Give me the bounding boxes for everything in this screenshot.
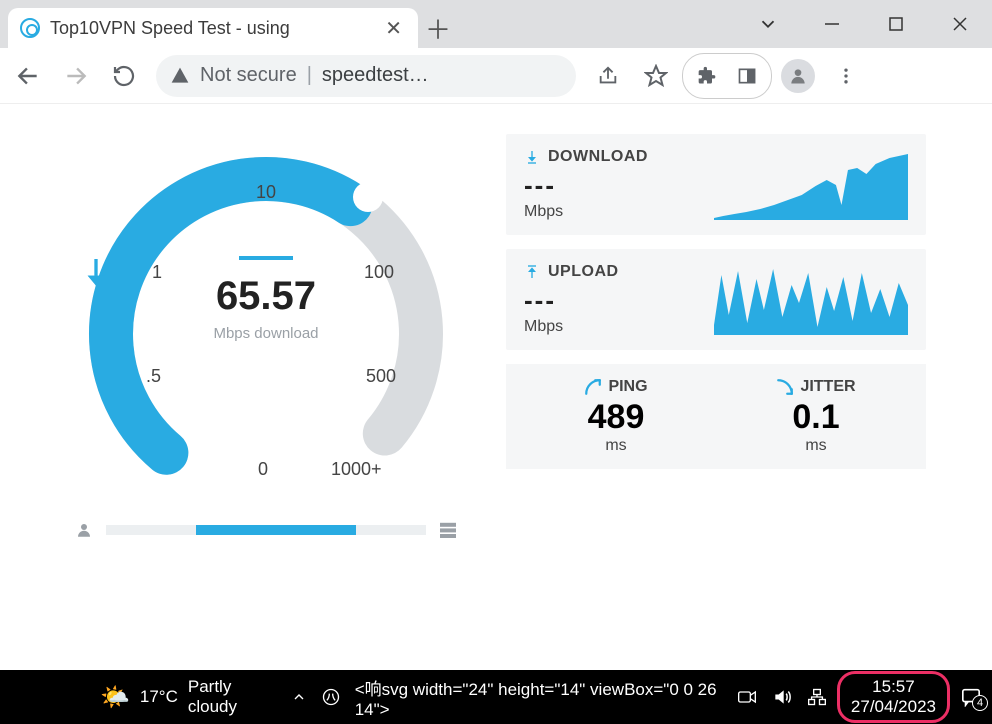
windows-taskbar: 🌤️ 17°C Partly cloudy <响svg width="24" h… [0, 670, 992, 724]
tray-language-icon[interactable] [321, 687, 341, 707]
client-icon [72, 520, 96, 540]
browser-tabstrip: Top10VPN Speed Test - using ✕ ＋ [0, 0, 992, 48]
window-controls [736, 0, 992, 48]
server-icon [436, 520, 460, 540]
omnibox-separator: | [307, 64, 312, 87]
ping-unit: ms [516, 437, 716, 455]
reload-button[interactable] [102, 54, 146, 98]
tab-title: Top10VPN Speed Test - using [50, 18, 371, 39]
sidepanel-button[interactable] [729, 58, 765, 94]
system-tray: <响svg width="24" height="14" viewBox="0 … [291, 675, 982, 720]
tray-volume-icon[interactable] [771, 687, 793, 707]
gauge-tick-500: 500 [366, 366, 396, 387]
url-text: speedtest… [322, 64, 429, 87]
jitter-value: 0.1 [716, 398, 916, 437]
extensions-group [682, 53, 772, 99]
gauge-tick-10: 10 [256, 182, 276, 203]
jitter-block: JITTER 0.1 ms [716, 378, 916, 455]
taskbar-time: 15:57 [851, 677, 936, 697]
jitter-title: JITTER [800, 378, 855, 396]
upload-sparkline [714, 265, 908, 335]
share-button[interactable] [586, 54, 630, 98]
speedtest-page: 0 .5 1 10 100 500 1000+ 65.57 Mbps downl… [0, 104, 992, 670]
new-tab-button[interactable]: ＋ [418, 8, 458, 48]
taskbar-weather[interactable]: 🌤️ 17°C Partly cloudy [100, 677, 277, 717]
weather-text: Partly cloudy [188, 677, 277, 717]
window-close-button[interactable] [928, 0, 992, 48]
download-unit: Mbps [524, 203, 694, 221]
forward-button[interactable] [54, 54, 98, 98]
taskbar-clock[interactable]: 15:57 27/04/2023 [841, 675, 946, 718]
tray-battery-icon[interactable]: <响svg width="24" height="14" viewBox="0 … [355, 675, 723, 720]
upload-title: UPLOAD [548, 263, 619, 281]
security-label: Not secure [200, 64, 297, 87]
ping-block: PING 489 ms [516, 378, 716, 455]
not-secure-icon [170, 66, 190, 86]
upload-value: --- [524, 285, 694, 316]
back-button[interactable] [6, 54, 50, 98]
gauge-panel: 0 .5 1 10 100 500 1000+ 65.57 Mbps downl… [66, 134, 466, 540]
jitter-icon [776, 378, 794, 396]
gauge-value: 65.57 [76, 274, 456, 319]
ping-value: 489 [516, 398, 716, 437]
gauge-tick-1000: 1000+ [331, 459, 382, 480]
window-minimize-button[interactable] [800, 0, 864, 48]
speed-gauge: 0 .5 1 10 100 500 1000+ 65.57 Mbps downl… [76, 134, 456, 514]
avatar-icon [781, 59, 815, 93]
bookmark-button[interactable] [634, 54, 678, 98]
tab-favicon [20, 18, 40, 38]
weather-temp: 17°C [140, 687, 178, 707]
download-card: DOWNLOAD --- Mbps [506, 134, 926, 235]
upload-card: UPLOAD --- Mbps [506, 249, 926, 350]
download-icon [524, 149, 540, 165]
gauge-unit: Mbps download [76, 325, 456, 342]
download-title: DOWNLOAD [548, 148, 648, 166]
jitter-unit: ms [716, 437, 916, 455]
download-underline [239, 256, 293, 260]
browser-tab-active[interactable]: Top10VPN Speed Test - using ✕ [8, 8, 418, 48]
gauge-center: 65.57 Mbps download [76, 254, 456, 342]
download-value: --- [524, 170, 694, 201]
taskbar-date: 27/04/2023 [851, 697, 936, 717]
tray-expand-icon[interactable] [291, 689, 307, 705]
download-sparkline [714, 150, 908, 220]
upload-icon [524, 264, 540, 280]
tray-network-icon[interactable] [807, 687, 827, 707]
profile-button[interactable] [776, 54, 820, 98]
notification-badge: 4 [972, 695, 988, 711]
ping-icon [584, 378, 602, 396]
weather-icon: 🌤️ [100, 683, 130, 712]
tray-meet-icon[interactable] [737, 689, 757, 705]
tab-search-button[interactable] [736, 0, 800, 48]
ping-jitter-card: PING 489 ms JITTER 0.1 ms [506, 364, 926, 469]
extensions-button[interactable] [689, 58, 725, 94]
window-maximize-button[interactable] [864, 0, 928, 48]
metrics-panel: DOWNLOAD --- Mbps UPLOAD --- Mbps [506, 134, 926, 469]
progress-bar [106, 525, 426, 535]
browser-toolbar: Not secure | speedtest… [0, 48, 992, 104]
upload-unit: Mbps [524, 318, 694, 336]
kebab-menu-button[interactable] [824, 54, 868, 98]
progress-fill [196, 525, 356, 535]
gauge-tick-0: 0 [258, 459, 268, 480]
gauge-tick-05: .5 [146, 366, 161, 387]
tray-notifications-icon[interactable]: 4 [960, 687, 982, 707]
tab-close-icon[interactable]: ✕ [381, 16, 406, 41]
address-bar[interactable]: Not secure | speedtest… [156, 55, 576, 97]
connection-row [66, 520, 466, 540]
ping-title: PING [608, 378, 647, 396]
